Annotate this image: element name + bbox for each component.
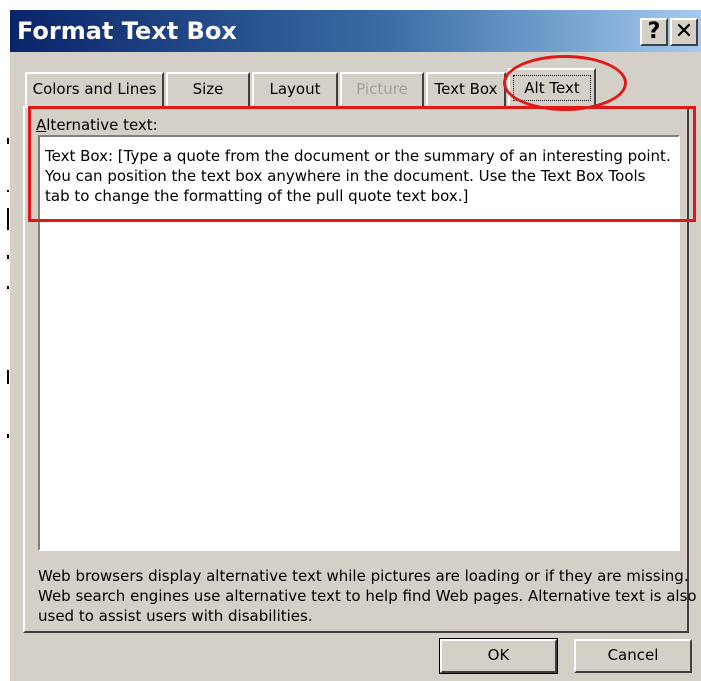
document-mark bbox=[7, 138, 9, 144]
annotation-rectangle bbox=[28, 106, 696, 222]
ok-button[interactable]: OK bbox=[439, 638, 558, 674]
title-bar[interactable]: Format Text Box ? ✕ bbox=[10, 10, 701, 52]
tab-colors-and-lines[interactable]: Colors and Lines bbox=[25, 72, 164, 106]
dialog-title: Format Text Box bbox=[17, 17, 237, 45]
document-mark bbox=[7, 370, 9, 384]
annotation-ellipse bbox=[503, 55, 627, 111]
document-mark bbox=[7, 286, 9, 289]
tab-text-box[interactable]: Text Box bbox=[426, 72, 506, 106]
help-note: Web browsers display alternative text wh… bbox=[38, 567, 697, 625]
tab-size[interactable]: Size bbox=[166, 72, 250, 106]
tab-picture: Picture bbox=[340, 72, 424, 106]
close-icon: ✕ bbox=[674, 19, 694, 44]
document-mark bbox=[7, 434, 9, 438]
cancel-button[interactable]: Cancel bbox=[574, 639, 692, 673]
tab-label: Colors and Lines bbox=[32, 80, 157, 98]
format-text-box-dialog: Format Text Box ? ✕ Colors and Lines Siz… bbox=[10, 10, 701, 681]
tab-label: Text Box bbox=[434, 80, 498, 98]
background-document-edge bbox=[0, 0, 10, 681]
tab-layout[interactable]: Layout bbox=[252, 72, 338, 106]
close-button[interactable]: ✕ bbox=[670, 18, 698, 46]
tab-label: Size bbox=[192, 80, 224, 98]
help-icon: ? bbox=[647, 19, 661, 44]
tab-label: Layout bbox=[269, 80, 321, 98]
document-mark bbox=[7, 190, 9, 192]
document-mark bbox=[7, 255, 9, 259]
document-mark bbox=[7, 208, 9, 230]
help-button[interactable]: ? bbox=[640, 18, 668, 46]
tab-label: Picture bbox=[356, 80, 408, 98]
